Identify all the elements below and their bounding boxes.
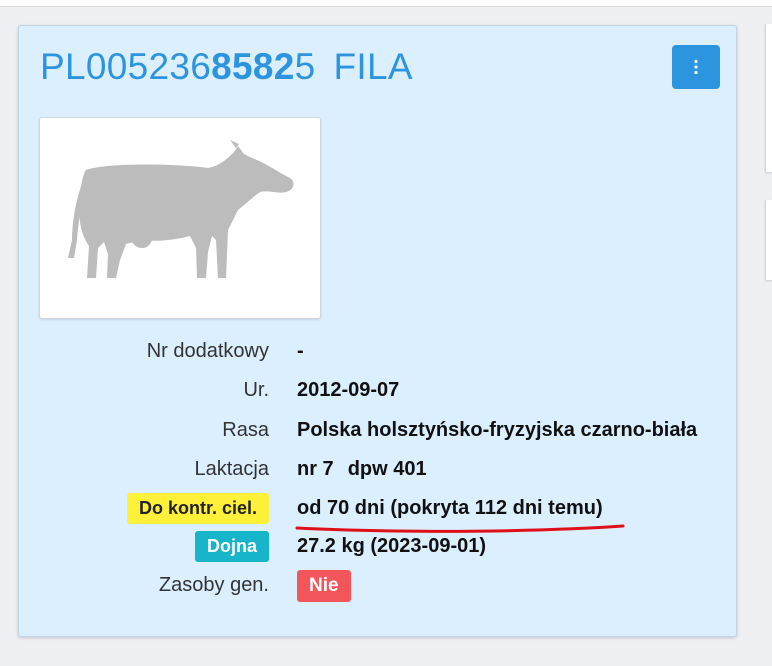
animal-title: PL00523685825 FILA xyxy=(40,46,413,88)
pregnancy-check-badge: Do kontr. ciel. xyxy=(126,493,269,524)
detail-row-pregnancy-check: Do kontr. ciel. od 70 dni (pokryta 112 d… xyxy=(19,493,738,533)
detail-row-nr-dodatkowy: Nr dodatkowy - xyxy=(19,336,738,368)
breed-value: Polska holsztyńsko-fryzyjska czarno-biał… xyxy=(297,419,698,441)
lactation-dpw: dpw 401 xyxy=(347,458,427,480)
breed-label: Rasa xyxy=(222,419,269,441)
lactation-number: nr 7 xyxy=(297,458,334,480)
pregnancy-check-value: od 70 dni (pokryta 112 dni temu) xyxy=(297,497,603,519)
animal-name: FILA xyxy=(333,46,413,87)
nr-dodatkowy-value: - xyxy=(297,340,304,362)
detail-row-birth-date: Ur. 2012-09-07 xyxy=(19,375,738,407)
birth-date-value: 2012-09-07 xyxy=(297,379,400,401)
top-bar xyxy=(0,0,772,7)
genetic-resources-label: Zasoby gen. xyxy=(158,574,269,596)
side-panel-edge xyxy=(765,200,772,280)
animal-card: PL00523685825 FILA Nr dodatkowy - Ur. 20… xyxy=(18,25,737,637)
milking-value: 27.2 kg (2023-09-01) xyxy=(297,535,487,557)
animal-id-prefix: PL005236 xyxy=(40,46,212,87)
nr-dodatkowy-label: Nr dodatkowy xyxy=(146,340,269,362)
birth-date-label: Ur. xyxy=(243,379,269,401)
detail-row-milking: Dojna 27.2 kg (2023-09-01) xyxy=(19,531,738,563)
milking-badge: Dojna xyxy=(194,531,269,562)
detail-row-genetic-resources: Zasoby gen. Nie xyxy=(19,570,738,602)
genetic-resources-badge: Nie xyxy=(297,570,351,602)
side-panel-edge xyxy=(765,24,772,172)
animal-id-highlight: 8582 xyxy=(211,46,295,87)
vertical-dots-icon xyxy=(694,59,698,75)
lactation-label: Laktacja xyxy=(194,458,270,480)
options-menu-button[interactable] xyxy=(672,45,720,89)
lactation-value: nr 7 dpw 401 xyxy=(297,458,427,481)
detail-row-lactation: Laktacja nr 7 dpw 401 xyxy=(19,454,738,486)
animal-photo xyxy=(39,117,321,319)
detail-row-breed: Rasa Polska holsztyńsko-fryzyjska czarno… xyxy=(19,415,738,447)
animal-id-suffix: 5 xyxy=(294,46,316,87)
cow-silhouette-icon xyxy=(68,140,294,278)
